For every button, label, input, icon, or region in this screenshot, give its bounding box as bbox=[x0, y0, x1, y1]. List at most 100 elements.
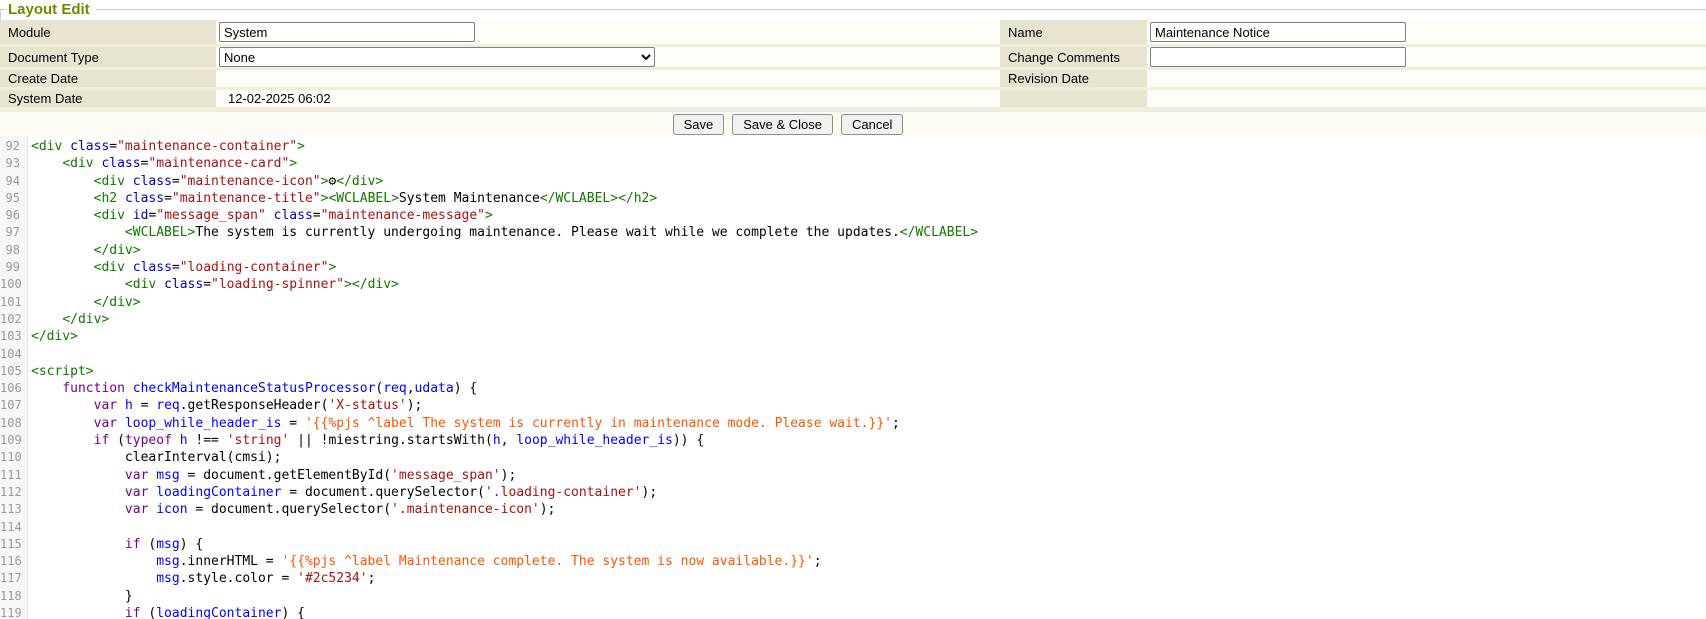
code-text: <h2 class="maintenance-title"><WCLABEL>S… bbox=[24, 190, 657, 207]
code-line: 118 } bbox=[0, 588, 1706, 605]
code-line: 93 <div class="maintenance-card"> bbox=[0, 155, 1706, 172]
code-line: 92<div class="maintenance-container"> bbox=[0, 138, 1706, 155]
module-cell bbox=[216, 20, 1000, 44]
line-number: 100 bbox=[0, 276, 24, 293]
code-text: <div class="maintenance-card"> bbox=[24, 155, 297, 172]
code-line: 108 var loop_while_header_is = '{{%pjs ^… bbox=[0, 415, 1706, 432]
save-button[interactable]: Save bbox=[673, 114, 725, 135]
code-text: </div> bbox=[24, 242, 141, 259]
line-number: 115 bbox=[0, 536, 24, 553]
create-date-value bbox=[216, 70, 1000, 87]
document-type-cell: None bbox=[216, 47, 1000, 67]
code-line: 116 msg.innerHTML = '{{%pjs ^label Maint… bbox=[0, 553, 1706, 570]
code-line: 119 if (loadingContainer) { bbox=[0, 605, 1706, 619]
name-label: Name bbox=[1000, 20, 1147, 44]
code-line: 100 <div class="loading-spinner"></div> bbox=[0, 276, 1706, 293]
code-line: 117 msg.style.color = '#2c5234'; bbox=[0, 570, 1706, 587]
code-line: 94 <div class="maintenance-icon">⚙</div> bbox=[0, 173, 1706, 190]
code-editor[interactable]: 92<div class="maintenance-container">93 … bbox=[0, 136, 1706, 619]
code-line: 111 var msg = document.getElementById('m… bbox=[0, 467, 1706, 484]
code-line: 105<script> bbox=[0, 363, 1706, 380]
name-cell bbox=[1147, 20, 1706, 44]
code-text: if (msg) { bbox=[24, 536, 203, 553]
save-and-close-button[interactable]: Save & Close bbox=[732, 114, 833, 135]
code-text bbox=[24, 519, 31, 536]
code-line: 101 </div> bbox=[0, 294, 1706, 311]
line-number: 98 bbox=[0, 242, 24, 259]
line-number: 109 bbox=[0, 432, 24, 449]
form-button-bar: Save Save & Close Cancel bbox=[0, 112, 1706, 136]
fieldset-rule bbox=[96, 9, 1706, 10]
line-number: 114 bbox=[0, 519, 24, 536]
empty-value-cell bbox=[1147, 90, 1706, 107]
line-number: 99 bbox=[0, 259, 24, 276]
system-date-label: System Date bbox=[0, 90, 216, 107]
code-line: 106 function checkMaintenanceStatusProce… bbox=[0, 380, 1706, 397]
line-number: 105 bbox=[0, 363, 24, 380]
cancel-button[interactable]: Cancel bbox=[841, 114, 903, 135]
code-line: 95 <h2 class="maintenance-title"><WCLABE… bbox=[0, 190, 1706, 207]
line-number: 118 bbox=[0, 588, 24, 605]
line-number: 102 bbox=[0, 311, 24, 328]
code-text: } bbox=[24, 588, 133, 605]
change-comments-cell bbox=[1147, 47, 1706, 67]
line-number: 119 bbox=[0, 605, 24, 619]
line-number: 111 bbox=[0, 467, 24, 484]
line-number: 97 bbox=[0, 224, 24, 241]
line-number: 113 bbox=[0, 501, 24, 518]
layout-edit-form: Module Name Document Type None Change Co… bbox=[0, 20, 1706, 112]
code-line: 102 </div> bbox=[0, 311, 1706, 328]
revision-date-value bbox=[1147, 70, 1706, 87]
line-number: 104 bbox=[0, 346, 24, 363]
code-line: 96 <div id="message_span" class="mainten… bbox=[0, 207, 1706, 224]
code-line: 109 if (typeof h !== 'string' || !miestr… bbox=[0, 432, 1706, 449]
change-comments-input[interactable] bbox=[1150, 47, 1406, 67]
code-text: var icon = document.querySelector('.main… bbox=[24, 501, 555, 518]
system-date-text: 12-02-2025 06:02 bbox=[219, 91, 331, 106]
line-number: 106 bbox=[0, 380, 24, 397]
code-line: 112 var loadingContainer = document.quer… bbox=[0, 484, 1706, 501]
code-text: <WCLABEL>The system is currently undergo… bbox=[24, 224, 978, 241]
empty-label-cell bbox=[1000, 90, 1147, 107]
code-text: <div class="maintenance-icon">⚙</div> bbox=[24, 173, 383, 190]
line-number: 117 bbox=[0, 570, 24, 587]
code-text: if (loadingContainer) { bbox=[24, 605, 305, 619]
line-number: 110 bbox=[0, 449, 24, 466]
code-line: 97 <WCLABEL>The system is currently unde… bbox=[0, 224, 1706, 241]
line-number: 116 bbox=[0, 553, 24, 570]
page-title: Layout Edit bbox=[6, 0, 96, 20]
code-text: <div class="loading-spinner"></div> bbox=[24, 276, 399, 293]
code-text: var loop_while_header_is = '{{%pjs ^labe… bbox=[24, 415, 900, 432]
line-number: 103 bbox=[0, 328, 24, 345]
code-text: var h = req.getResponseHeader('X-status'… bbox=[24, 397, 422, 414]
document-type-select[interactable]: None bbox=[219, 47, 655, 67]
module-label: Module bbox=[0, 20, 216, 44]
code-line: 103</div> bbox=[0, 328, 1706, 345]
line-number: 101 bbox=[0, 294, 24, 311]
code-text: <div class="loading-container"> bbox=[24, 259, 336, 276]
code-text bbox=[24, 346, 31, 363]
code-text: msg.innerHTML = '{{%pjs ^label Maintenan… bbox=[24, 553, 822, 570]
change-comments-label: Change Comments bbox=[1000, 47, 1147, 67]
code-text: msg.style.color = '#2c5234'; bbox=[24, 570, 375, 587]
code-text: </div> bbox=[24, 328, 78, 345]
module-input[interactable] bbox=[219, 22, 475, 42]
code-text: var loadingContainer = document.querySel… bbox=[24, 484, 657, 501]
code-line: 99 <div class="loading-container"> bbox=[0, 259, 1706, 276]
code-line: 113 var icon = document.querySelector('.… bbox=[0, 501, 1706, 518]
line-number: 95 bbox=[0, 190, 24, 207]
line-number: 112 bbox=[0, 484, 24, 501]
revision-date-label: Revision Date bbox=[1000, 70, 1147, 87]
code-line: 104 bbox=[0, 346, 1706, 363]
code-line: 114 bbox=[0, 519, 1706, 536]
code-text: clearInterval(cmsi); bbox=[24, 449, 281, 466]
code-line: 110 clearInterval(cmsi); bbox=[0, 449, 1706, 466]
code-text: <div id="message_span" class="maintenanc… bbox=[24, 207, 493, 224]
line-number: 92 bbox=[0, 138, 24, 155]
system-date-value: 12-02-2025 06:02 bbox=[216, 90, 1000, 107]
code-text: <script> bbox=[24, 363, 94, 380]
name-input[interactable] bbox=[1150, 22, 1406, 42]
line-number: 108 bbox=[0, 415, 24, 432]
line-number: 107 bbox=[0, 397, 24, 414]
code-line: 98 </div> bbox=[0, 242, 1706, 259]
